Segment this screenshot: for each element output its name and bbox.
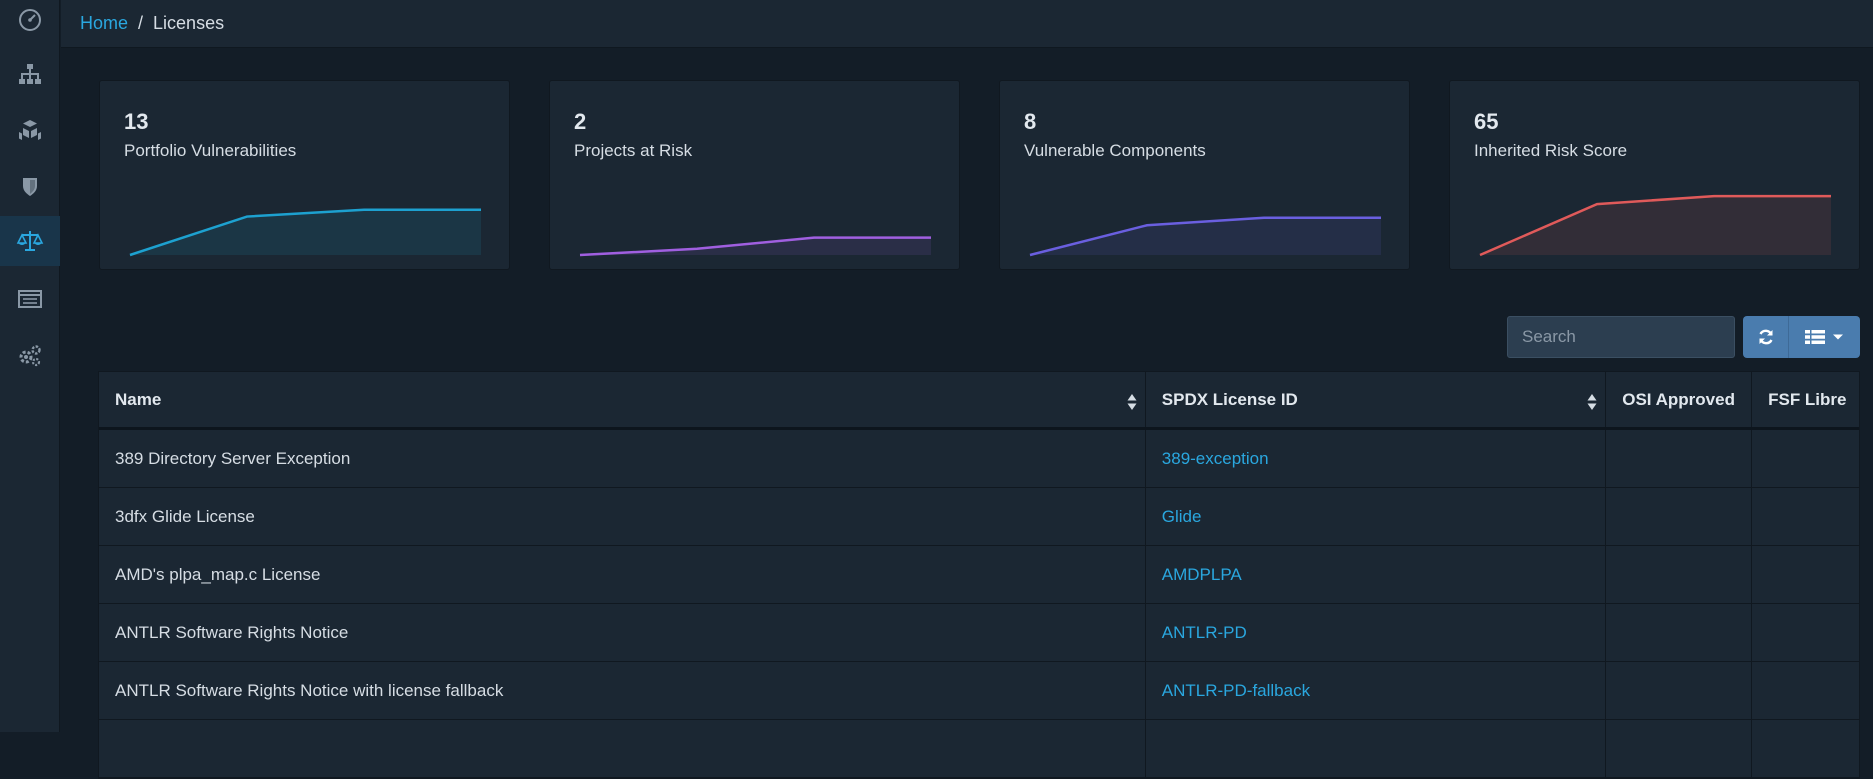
license-name: ANTLR Software Rights Notice bbox=[99, 604, 1146, 661]
card-label: Inherited Risk Score bbox=[1474, 141, 1628, 160]
refresh-button[interactable] bbox=[1743, 316, 1789, 358]
breadcrumb-home-link[interactable]: Home bbox=[80, 13, 128, 34]
column-header-label: Name bbox=[115, 389, 162, 409]
card-inherited-risk-score: 65 Inherited Risk Score bbox=[1449, 80, 1860, 270]
fsf-libre-cell bbox=[1752, 604, 1859, 661]
table-row[interactable]: ANTLR Software Rights Notice with licens… bbox=[99, 662, 1859, 720]
table-row[interactable] bbox=[99, 720, 1859, 778]
column-header-osi-approved[interactable]: OSI Approved bbox=[1606, 372, 1753, 427]
osi-approved-cell bbox=[1606, 662, 1753, 719]
shield-icon[interactable] bbox=[0, 161, 60, 211]
dashboard-icon[interactable] bbox=[0, 0, 60, 44]
license-name: ANTLR Software Rights Notice with licens… bbox=[99, 662, 1146, 719]
card-label: Vulnerable Components bbox=[1024, 141, 1206, 160]
fsf-libre-cell bbox=[1752, 662, 1859, 719]
fsf-libre-cell bbox=[1752, 546, 1859, 603]
license-id-link[interactable]: ANTLR-PD bbox=[1162, 623, 1247, 643]
column-header-label: FSF Libre bbox=[1768, 389, 1847, 409]
breadcrumb-current: Licenses bbox=[153, 13, 225, 33]
column-header-spdx-id[interactable]: SPDX License ID bbox=[1146, 372, 1607, 427]
sort-icon bbox=[1127, 394, 1137, 410]
license-name: 3dfx Glide License bbox=[99, 488, 1146, 545]
sort-icon bbox=[1587, 394, 1597, 410]
column-header-label: OSI Approved bbox=[1622, 389, 1735, 409]
card-vulnerable-components: 8 Vulnerable Components bbox=[999, 80, 1410, 270]
column-header-fsf-libre[interactable]: FSF Libre bbox=[1752, 372, 1859, 427]
table-toolbar-buttons bbox=[1743, 316, 1860, 358]
table-row[interactable]: 3dfx Glide License Glide bbox=[99, 488, 1859, 546]
license-id-link[interactable]: 389-exception bbox=[1162, 449, 1269, 469]
column-header-name[interactable]: Name bbox=[99, 372, 1146, 427]
table-row[interactable]: ANTLR Software Rights Notice ANTLR-PD bbox=[99, 604, 1859, 662]
sparkline-area bbox=[1030, 217, 1381, 255]
sparkline-chart bbox=[1029, 216, 1381, 257]
caret-down-icon bbox=[1833, 334, 1843, 340]
license-id-link[interactable]: AMDPLPA bbox=[1162, 565, 1242, 585]
breadcrumb-separator: / bbox=[138, 13, 144, 33]
sparkline-area bbox=[1480, 196, 1831, 255]
osi-approved-cell bbox=[1606, 488, 1753, 545]
card-label: Projects at Risk bbox=[574, 141, 693, 160]
fsf-libre-cell bbox=[1752, 488, 1859, 545]
license-id-link[interactable]: ANTLR-PD-fallback bbox=[1162, 681, 1310, 701]
table-row[interactable]: 389 Directory Server Exception 389-excep… bbox=[99, 430, 1859, 488]
list-alt-icon[interactable] bbox=[0, 274, 60, 324]
sparkline-chart bbox=[129, 208, 481, 257]
refresh-icon bbox=[1758, 329, 1773, 345]
sparkline-area bbox=[130, 209, 481, 255]
fsf-libre-cell bbox=[1752, 430, 1859, 487]
th-list-icon bbox=[1805, 330, 1825, 344]
card-label: Portfolio Vulnerabilities bbox=[124, 141, 297, 160]
license-name: 389 Directory Server Exception bbox=[99, 430, 1146, 487]
components-icon[interactable] bbox=[0, 106, 60, 156]
card-value: 13 bbox=[124, 109, 149, 134]
columns-toggle-button[interactable] bbox=[1789, 316, 1860, 358]
osi-approved-cell bbox=[1606, 546, 1753, 603]
projects-icon[interactable] bbox=[0, 49, 60, 99]
sparkline-chart bbox=[579, 236, 931, 257]
osi-approved-cell bbox=[1606, 604, 1753, 661]
table-header-row: Name SPDX License ID OSI Approved FSF Li… bbox=[99, 372, 1859, 430]
sidebar bbox=[0, 0, 60, 732]
search-input[interactable] bbox=[1507, 316, 1735, 358]
card-portfolio-vulnerabilities: 13 Portfolio Vulnerabilities bbox=[99, 80, 510, 270]
sparkline-chart bbox=[1479, 194, 1831, 257]
osi-approved-cell bbox=[1606, 430, 1753, 487]
license-id-link[interactable]: Glide bbox=[1162, 507, 1202, 527]
card-value: 65 bbox=[1474, 109, 1499, 134]
card-projects-at-risk: 2 Projects at Risk bbox=[549, 80, 960, 270]
card-value: 8 bbox=[1024, 109, 1037, 134]
table-row[interactable]: AMD's plpa_map.c License AMDPLPA bbox=[99, 546, 1859, 604]
gears-icon[interactable] bbox=[0, 330, 60, 380]
column-header-label: SPDX License ID bbox=[1161, 389, 1298, 409]
balance-scale-icon[interactable] bbox=[0, 216, 60, 266]
breadcrumb: Home / Licenses bbox=[61, 0, 1873, 48]
card-value: 2 bbox=[574, 109, 587, 134]
licenses-table: Name SPDX License ID OSI Approved FSF Li… bbox=[98, 371, 1860, 779]
license-name: AMD's plpa_map.c License bbox=[99, 546, 1146, 603]
